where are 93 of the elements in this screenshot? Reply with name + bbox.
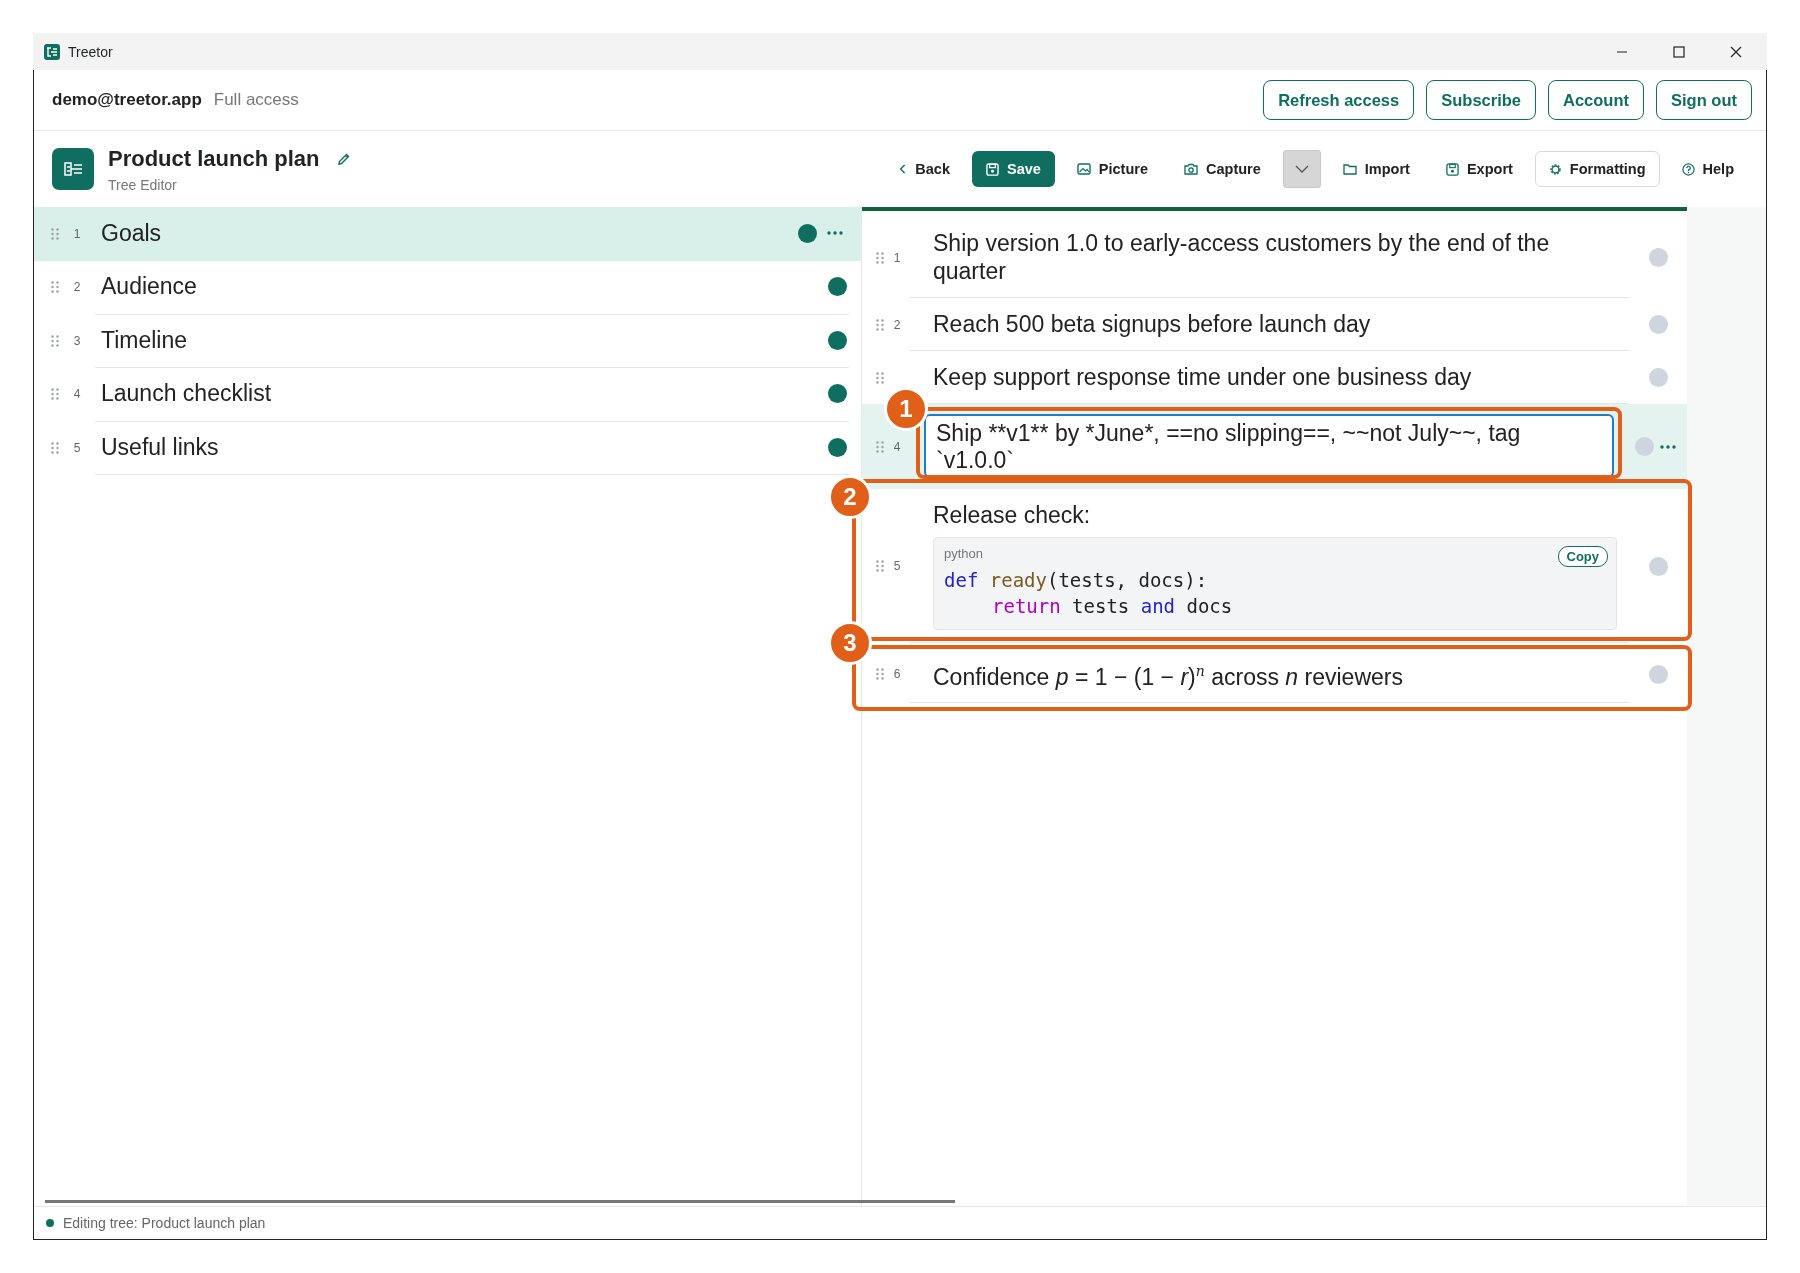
- annotation-badge: 2: [828, 475, 872, 519]
- item-number: 6: [892, 667, 902, 681]
- item-text: Keep support response time under one business day: [933, 363, 1473, 391]
- account-email: demo@treetor.app: [52, 90, 202, 110]
- drag-handle-icon[interactable]: [51, 388, 59, 401]
- status-dot: [1648, 315, 1668, 334]
- item-title: Launch checklist: [101, 380, 272, 408]
- outline-item[interactable]: 1 Goals: [34, 207, 861, 261]
- item-title: Goals: [101, 219, 162, 247]
- document-title: Product launch plan: [108, 145, 320, 172]
- capture-button[interactable]: Capture: [1170, 151, 1275, 187]
- account-button[interactable]: Sign out: [1656, 80, 1752, 120]
- tree-item[interactable]: 2 Reach 500 beta signups before launch day: [862, 298, 1687, 351]
- status-dot: [1648, 368, 1668, 387]
- item-number: 5: [892, 559, 902, 573]
- status-dot: [46, 1219, 54, 1227]
- account-button[interactable]: Refresh access: [1263, 80, 1415, 120]
- item-title: Audience: [101, 273, 197, 301]
- folder-icon: [1342, 163, 1357, 175]
- item-title: Timeline: [101, 326, 188, 354]
- image-icon: [1076, 163, 1091, 175]
- pencil-icon[interactable]: [337, 151, 352, 166]
- status-dot: [1648, 556, 1668, 576]
- picture-button[interactable]: Picture: [1062, 151, 1163, 187]
- status-dot: [828, 437, 847, 457]
- app-logo-icon: [44, 43, 60, 60]
- item-text-field[interactable]: Ship **v1** by *June*, ==no slipping==, ~~not July~~, tag `v1.0.0`: [924, 414, 1614, 478]
- status-dot: [1648, 664, 1668, 684]
- item-title: Useful links: [101, 433, 219, 461]
- status-dot: [798, 223, 817, 243]
- item-number: 2: [72, 280, 82, 295]
- access-level: Full access: [213, 90, 299, 110]
- drag-handle-icon[interactable]: [876, 371, 884, 384]
- formatting-button[interactable]: Formatting: [1534, 151, 1660, 187]
- item-number: 2: [892, 317, 902, 332]
- gear-icon: [1548, 162, 1562, 176]
- dropdown-button[interactable]: [1282, 150, 1321, 188]
- outline-item[interactable]: 5 Useful links: [34, 421, 861, 475]
- save-icon: [1445, 162, 1459, 176]
- drag-handle-icon[interactable]: [876, 318, 884, 331]
- window-title: Treetor: [68, 43, 113, 60]
- tree-item[interactable]: 1 Ship version 1.0 to early-access customers by the end of the quarter: [862, 217, 1687, 298]
- outline-item[interactable]: 4 Launch checklist: [34, 367, 861, 421]
- drag-handle-icon[interactable]: [876, 440, 884, 453]
- item-text: Confidence p = 1 − (1 − r)$^{n}$ across n reviewers: [933, 661, 1404, 691]
- more-icon[interactable]: [1659, 444, 1676, 449]
- scrollbar[interactable]: [45, 1200, 955, 1203]
- save-button[interactable]: Save: [972, 151, 1055, 187]
- drag-handle-icon[interactable]: [876, 560, 884, 572]
- code-line: def ready(tests, docs):: [944, 568, 1209, 593]
- drag-handle-icon[interactable]: [51, 227, 59, 240]
- tree-logo-icon: [52, 148, 94, 190]
- status-dot: [828, 330, 847, 350]
- save-icon: [986, 162, 999, 176]
- item-text: Ship version 1.0 to early-access customers by the end of the quarter: [933, 229, 1551, 285]
- item-number: 1: [892, 250, 902, 265]
- help-button[interactable]: Help: [1667, 151, 1748, 187]
- import-button[interactable]: Import: [1328, 151, 1424, 187]
- item-number: 4: [72, 387, 82, 402]
- drag-handle-icon[interactable]: [876, 668, 884, 680]
- item-text: Release check:: [933, 501, 1092, 529]
- export-button[interactable]: Export: [1431, 151, 1527, 187]
- maximize-icon[interactable]: [1673, 45, 1685, 58]
- item-number: 5: [72, 440, 82, 455]
- item-number: 3: [72, 333, 82, 348]
- document-subtitle: Tree Editor: [108, 176, 178, 193]
- drag-handle-icon[interactable]: [51, 441, 59, 454]
- status-dot: [1648, 248, 1668, 267]
- help-icon: [1681, 162, 1695, 176]
- code-line: return tests and docs: [991, 594, 1234, 619]
- annotation-badge: 3: [828, 621, 872, 665]
- copy-button[interactable]: Copy: [1557, 546, 1608, 567]
- drag-handle-icon[interactable]: [876, 251, 884, 264]
- item-number: 4: [892, 439, 902, 454]
- item-number: 1: [72, 226, 82, 241]
- account-button[interactable]: Subscribe: [1426, 80, 1536, 120]
- outline-item[interactable]: 2 Audience: [34, 260, 861, 314]
- camera-icon: [1184, 163, 1199, 175]
- status-text: Editing tree: Product launch plan: [63, 1215, 266, 1231]
- drag-handle-icon[interactable]: [51, 334, 59, 347]
- account-button[interactable]: Account: [1548, 80, 1644, 120]
- status-dot: [828, 277, 847, 297]
- item-text: Reach 500 beta signups before launch day: [933, 310, 1372, 338]
- more-icon[interactable]: [827, 231, 843, 236]
- status-dot: [828, 384, 847, 404]
- outline-item[interactable]: 3 Timeline: [34, 314, 861, 368]
- drag-handle-icon[interactable]: [51, 281, 59, 294]
- back-button[interactable]: Back: [885, 151, 964, 187]
- status-dot: [1634, 437, 1654, 456]
- code-language: python: [944, 546, 984, 561]
- close-icon[interactable]: [1730, 45, 1742, 58]
- caret-icon: [1294, 165, 1309, 173]
- chevron-left-icon: [899, 163, 908, 175]
